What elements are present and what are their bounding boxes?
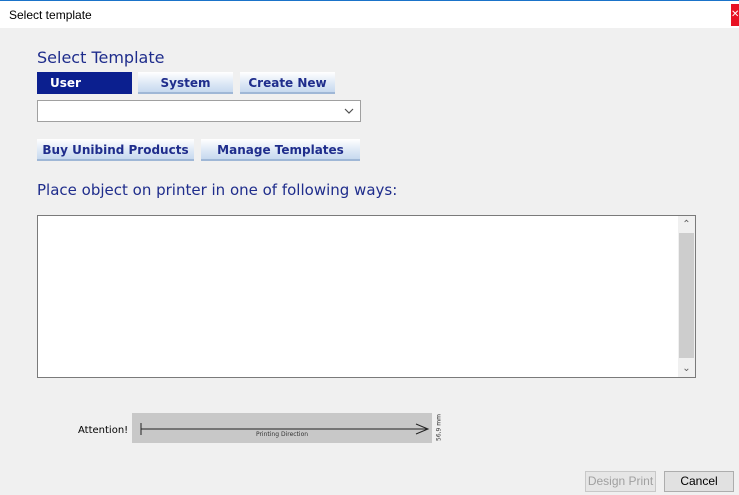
direction-arrow-icon [140,423,430,435]
manage-templates-button[interactable]: Manage Templates [201,139,360,161]
scrollbar-thumb[interactable] [679,233,694,358]
tab-user[interactable]: User [37,72,132,94]
window-title: Select template [9,8,92,22]
attention-label: Attention! [78,425,129,436]
tab-create-new[interactable]: Create New [240,72,335,94]
printing-direction-label: Printing Direction [255,431,309,438]
printing-direction-indicator: Printing Direction [132,413,432,443]
template-select[interactable] [37,100,361,122]
vertical-scrollbar[interactable]: ⌃ ⌄ [678,216,695,377]
tab-system[interactable]: System [138,72,233,94]
placement-instruction: Place object on printer in one of follow… [37,181,398,199]
scroll-up-icon[interactable]: ⌃ [678,216,695,233]
size-label: 56,9 mm [434,412,444,444]
buy-unibind-products-button[interactable]: Buy Unibind Products [37,139,194,161]
placement-list[interactable]: ⌃ ⌄ [37,215,696,378]
design-print-button[interactable]: Design Print [585,471,656,492]
chevron-down-icon [344,108,354,114]
cancel-button[interactable]: Cancel [664,471,734,492]
page-title: Select Template [37,48,165,67]
close-icon[interactable]: ✕ [731,4,739,26]
scroll-down-icon[interactable]: ⌄ [678,360,695,377]
title-bar: Select template ✕ [0,0,739,28]
size-label-text: 56,9 mm [435,414,443,441]
